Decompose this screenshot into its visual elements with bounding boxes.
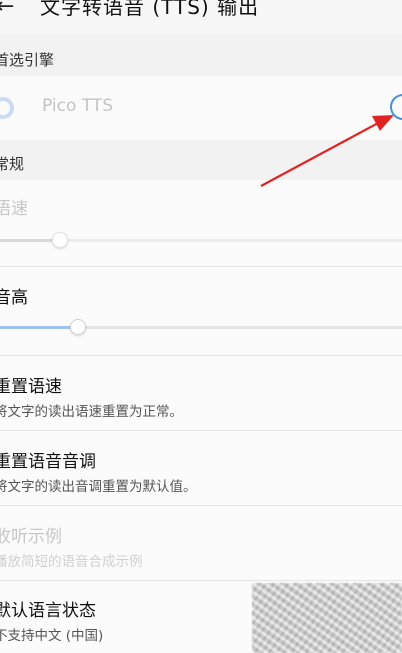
annotation-arrow-shaft bbox=[260, 121, 381, 187]
annotation-arrow-icon bbox=[260, 115, 394, 187]
annotation-arrow-head bbox=[372, 115, 394, 131]
